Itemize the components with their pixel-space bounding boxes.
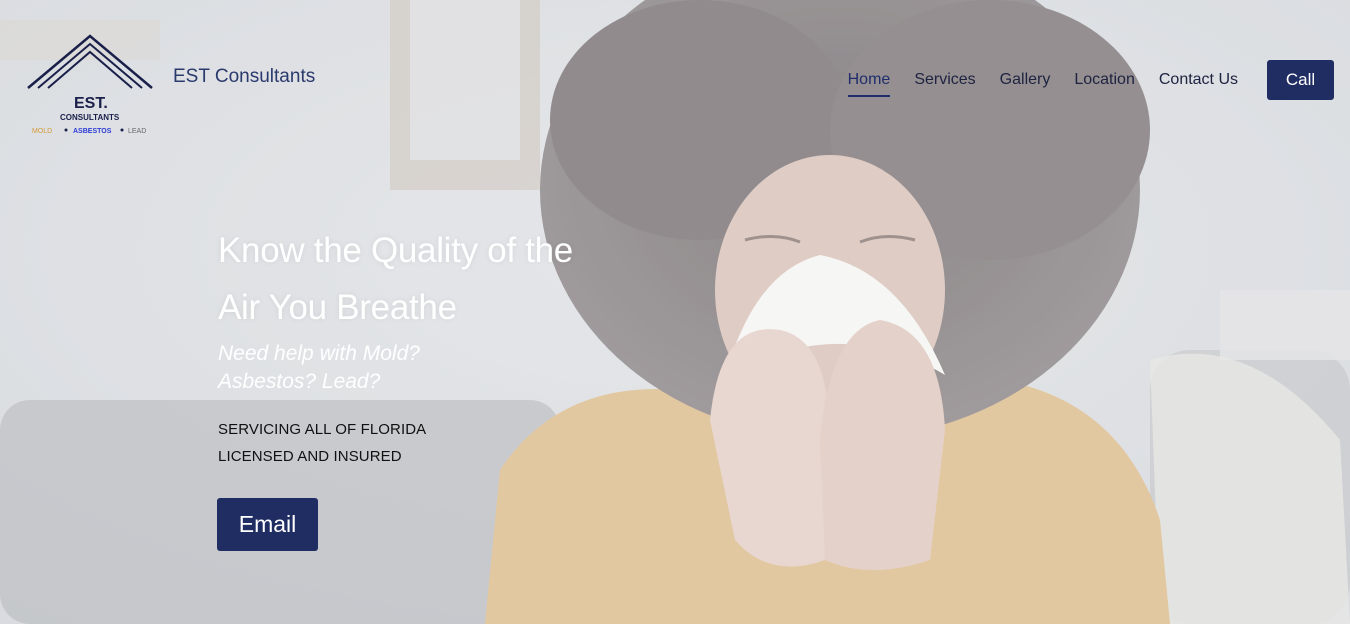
- logo-tagline-mold: MOLD: [32, 128, 52, 135]
- logo-subtext: CONSULTANTS: [60, 113, 120, 122]
- nav-home[interactable]: Home: [847, 71, 891, 97]
- logo-text: EST.: [74, 95, 108, 112]
- hero-headline: Know the Quality of the Air You Breathe: [218, 231, 573, 327]
- logo-tagline-lead: LEAD: [128, 128, 146, 135]
- email-button[interactable]: Email: [217, 498, 318, 551]
- info-service-area: SERVICING ALL OF FLORIDA: [218, 421, 427, 438]
- hero-info: SERVICING ALL OF FLORIDA LICENSED AND IN…: [218, 416, 426, 470]
- house-roof-logo-icon: EST. CONSULTANTS MOLD ASBESTOS LEAD: [27, 34, 153, 135]
- nav-contact-us[interactable]: Contact Us: [1159, 71, 1238, 97]
- call-button[interactable]: Call: [1267, 60, 1334, 100]
- nav-services[interactable]: Services: [914, 71, 975, 97]
- hero-subhead: Need help with Mold? Asbestos? Lead?: [218, 342, 420, 393]
- info-licensed: LICENSED AND INSURED: [218, 448, 402, 465]
- nav-location[interactable]: Location: [1074, 71, 1135, 97]
- brand-logo[interactable]: EST. CONSULTANTS MOLD ASBESTOS LEAD: [24, 30, 156, 138]
- logo-tagline-asbestos: ASBESTOS: [73, 128, 112, 135]
- brand-name[interactable]: EST Consultants: [173, 66, 315, 88]
- main-nav: Home Services Gallery Location Contact U…: [824, 71, 1238, 97]
- nav-gallery[interactable]: Gallery: [1000, 71, 1051, 97]
